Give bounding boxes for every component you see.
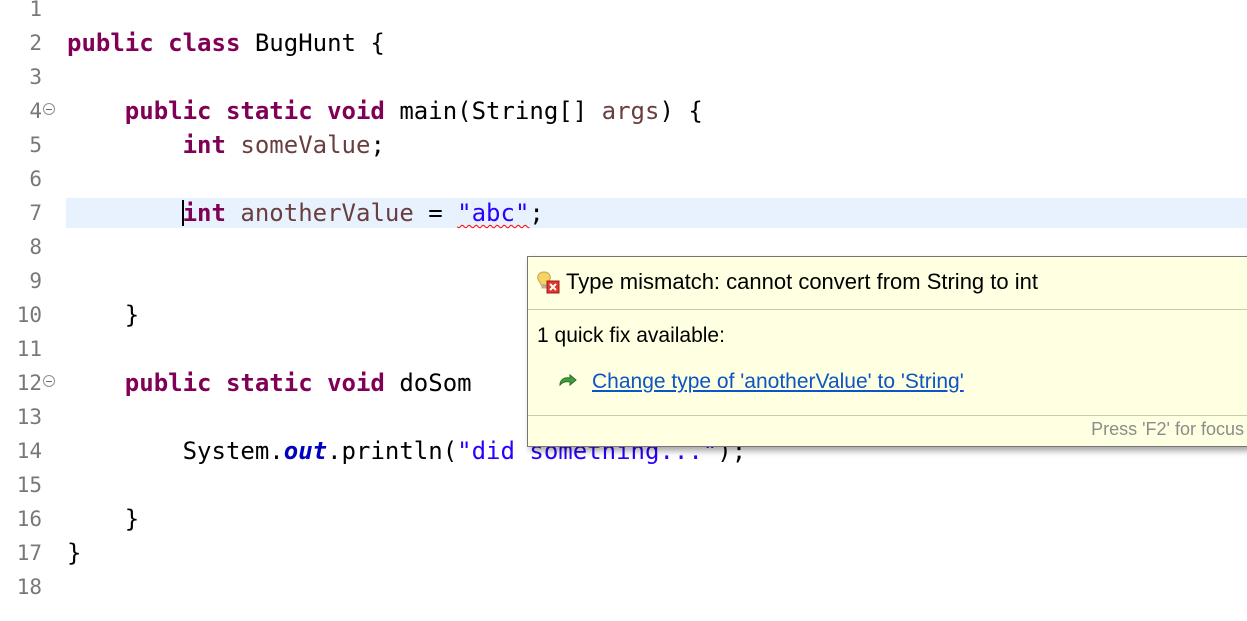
line-number: 6 xyxy=(29,167,42,191)
code-token: "abc" xyxy=(457,199,530,227)
code-token: } xyxy=(67,301,140,329)
code-token: int xyxy=(182,131,226,159)
code-text[interactable]: } xyxy=(67,502,139,536)
quick-fix-item[interactable]: Change type of 'anotherValue' to 'String… xyxy=(558,367,964,397)
code-token: out xyxy=(283,437,328,465)
focus-hint: Press 'F2' for focus xyxy=(1091,419,1244,439)
code-line[interactable]: 15 xyxy=(0,468,1247,502)
code-line[interactable]: 2 public class BugHunt { xyxy=(0,26,1247,60)
line-number: 3 xyxy=(29,65,42,89)
line-number: 1 xyxy=(29,0,42,21)
hover-popup[interactable]: Type mismatch: cannot convert from Strin… xyxy=(527,256,1247,447)
code-token: anotherValue xyxy=(240,199,414,227)
hover-footer: Press 'F2' for focus xyxy=(528,415,1247,446)
code-token: } xyxy=(67,505,140,533)
code-text[interactable]: int anotherValue = "abc"; xyxy=(67,196,544,230)
line-number: 15 xyxy=(16,473,42,497)
line-number: 16 xyxy=(16,507,42,531)
code-token: doSom xyxy=(384,369,472,397)
code-line[interactable]: 18 xyxy=(0,570,1247,604)
quick-fix-link[interactable]: Change type of 'anotherValue' to 'String… xyxy=(592,370,964,394)
code-text[interactable]: public class BugHunt { xyxy=(67,26,385,60)
code-text[interactable]: int someValue; xyxy=(67,128,385,162)
code-line[interactable]: 5 int someValue; xyxy=(0,128,1247,162)
code-token: ; xyxy=(370,131,385,159)
code-token: } xyxy=(67,539,82,567)
code-text[interactable]: public static void doSom xyxy=(67,366,472,400)
fold-collapse-icon[interactable] xyxy=(43,375,55,387)
line-number: 7 xyxy=(29,201,42,225)
error-lightbulb-icon xyxy=(537,271,560,294)
line-number: 9 xyxy=(29,269,42,293)
code-line[interactable]: 7 int anotherValue = "abc"; xyxy=(0,196,1247,230)
hover-header: Type mismatch: cannot convert from Strin… xyxy=(528,257,1247,310)
code-token: .println( xyxy=(327,437,458,465)
line-number: 11 xyxy=(16,337,42,361)
code-token: public static void xyxy=(124,97,385,125)
code-token: someValue xyxy=(240,131,371,159)
code-text[interactable]: public static void main(String[] args) { xyxy=(67,94,703,128)
code-line[interactable]: 1 xyxy=(0,0,1247,26)
code-token: public static void xyxy=(124,369,385,397)
code-token: BugHunt { xyxy=(240,29,385,57)
line-number: 10 xyxy=(16,303,42,327)
fold-collapse-icon[interactable] xyxy=(43,103,55,115)
code-token: ) { xyxy=(659,97,703,125)
line-number: 17 xyxy=(16,541,42,565)
code-text[interactable]: } xyxy=(67,536,81,570)
code-token: int xyxy=(182,199,226,227)
line-number: 2 xyxy=(29,31,42,55)
line-number: 18 xyxy=(16,575,42,599)
code-token: args xyxy=(601,97,660,125)
code-line[interactable]: 3 xyxy=(0,60,1247,94)
text-caret xyxy=(181,200,184,226)
code-token: System. xyxy=(67,437,284,465)
line-number: 4 xyxy=(29,99,42,123)
line-number: 13 xyxy=(16,405,42,429)
change-type-icon xyxy=(559,373,577,387)
code-token: = xyxy=(413,199,458,227)
line-number: 5 xyxy=(29,133,42,157)
code-line[interactable]: 16 } xyxy=(0,502,1247,536)
line-number: 12 xyxy=(16,371,42,395)
code-token: main(String[] xyxy=(384,97,602,125)
line-number: 14 xyxy=(16,439,42,463)
code-token: ; xyxy=(529,199,544,227)
code-line[interactable]: 6 xyxy=(0,162,1247,196)
code-line[interactable]: 17} xyxy=(0,536,1247,570)
code-text[interactable]: } xyxy=(67,298,139,332)
error-message: Type mismatch: cannot convert from Strin… xyxy=(566,269,1038,294)
code-line[interactable]: 4 public static void main(String[] args)… xyxy=(0,94,1247,128)
quick-fix-count: 1 quick fix available: xyxy=(537,324,725,347)
line-number: 8 xyxy=(29,235,42,259)
code-token: public class xyxy=(67,29,241,57)
